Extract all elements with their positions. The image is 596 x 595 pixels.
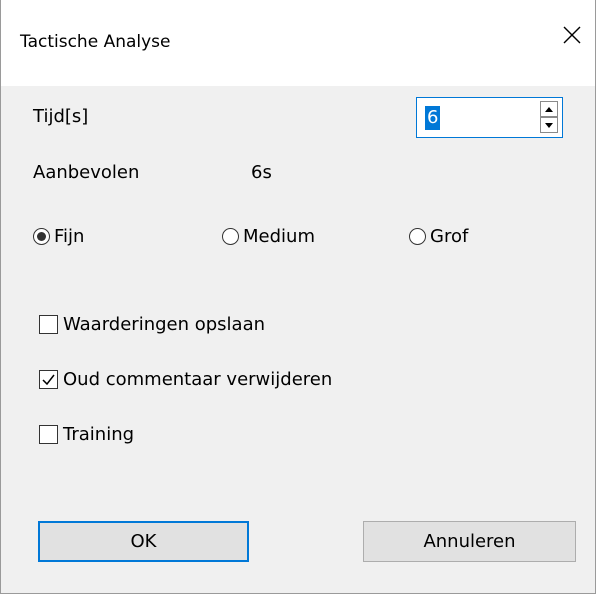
radio-label-grof: Grof (430, 226, 469, 247)
recommended-label: Aanbevolen (33, 162, 140, 183)
time-label: Tijd[s] (33, 106, 89, 127)
time-spinbox[interactable]: 6 (416, 97, 563, 138)
recommended-value: 6s (251, 162, 272, 183)
cancel-button[interactable]: Annuleren (363, 521, 576, 562)
chevron-up-icon (545, 106, 553, 112)
radio-circle-grof[interactable] (409, 228, 426, 245)
radio-fijn[interactable]: Fijn (33, 226, 84, 247)
checkbox-save-ratings[interactable]: Waarderingen opslaan (39, 314, 265, 335)
checkbox-remove-old-comments[interactable]: Oud commentaar verwijderen (39, 369, 332, 390)
close-icon (563, 26, 581, 44)
checkbox-box-remove-old-comments[interactable] (39, 370, 58, 389)
title-bar: Tactische Analyse (1, 0, 595, 86)
checkbox-training[interactable]: Training (39, 424, 134, 445)
radio-circle-medium[interactable] (222, 228, 239, 245)
close-button[interactable] (549, 12, 595, 58)
ok-button[interactable]: OK (38, 521, 249, 562)
window-title: Tactische Analyse (20, 32, 171, 52)
checkbox-box-training[interactable] (39, 425, 58, 444)
checkmark-icon (42, 374, 55, 386)
chevron-down-icon (545, 122, 553, 128)
checkbox-label-remove-old-comments: Oud commentaar verwijderen (63, 369, 333, 390)
checkbox-label-training: Training (63, 424, 135, 445)
radio-label-medium: Medium (243, 226, 315, 247)
dialog-window: Tactische Analyse Tijd[s] 6 Aanbevolen 6… (0, 0, 596, 594)
radio-label-fijn: Fijn (54, 226, 85, 247)
ok-button-label: OK (130, 531, 157, 552)
radio-medium[interactable]: Medium (222, 226, 315, 247)
time-spinbox-value[interactable]: 6 (425, 106, 441, 130)
spin-down-button[interactable] (540, 117, 558, 133)
checkbox-label-save-ratings: Waarderingen opslaan (63, 314, 266, 335)
radio-grof[interactable]: Grof (409, 226, 468, 247)
cancel-button-label: Annuleren (423, 531, 516, 552)
checkbox-box-save-ratings[interactable] (39, 315, 58, 334)
spin-up-button[interactable] (540, 101, 558, 117)
radio-circle-fijn[interactable] (33, 228, 50, 245)
